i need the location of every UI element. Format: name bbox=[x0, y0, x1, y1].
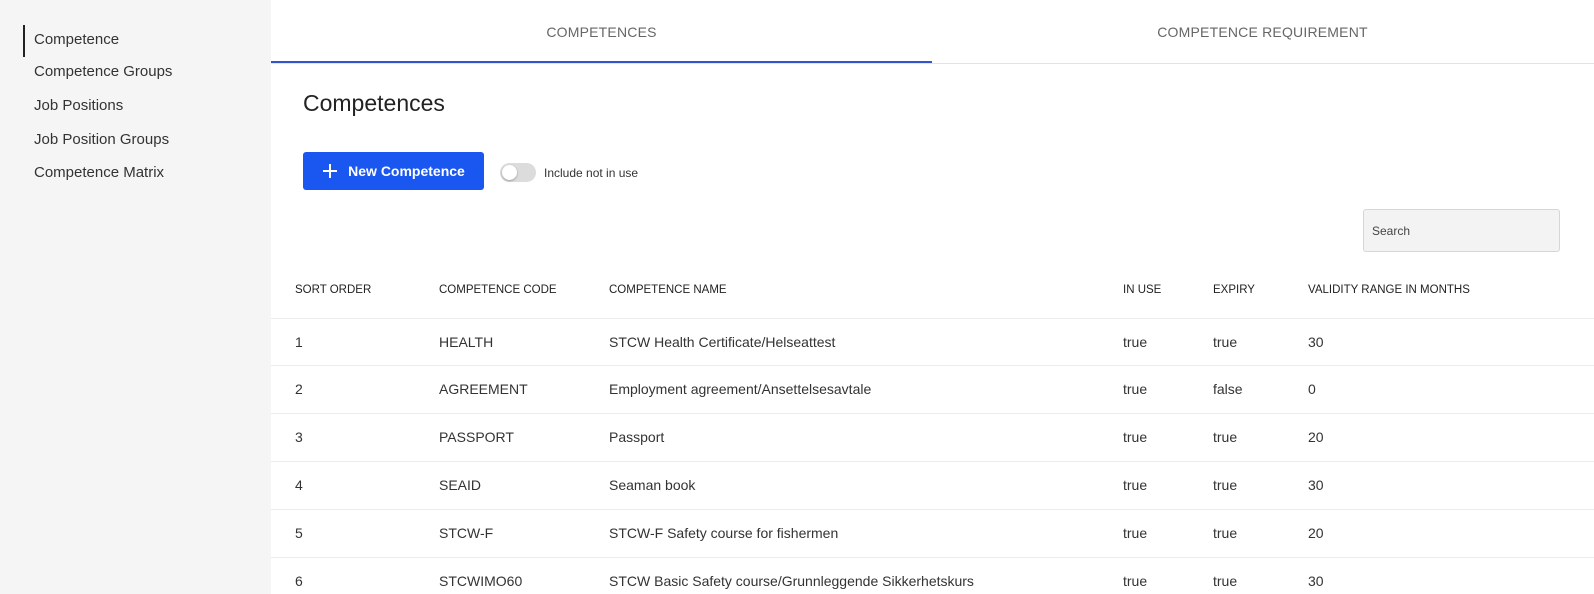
cell-expiry: false bbox=[1213, 381, 1243, 397]
cell-competence-code: HEALTH bbox=[439, 334, 494, 350]
cell-sort-order: 6 bbox=[295, 573, 303, 589]
cell-competence-name: Employment agreement/Ansettelsesavtale bbox=[609, 381, 872, 397]
cell-in-use: true bbox=[1123, 381, 1148, 397]
cell-competence-code: AGREEMENT bbox=[439, 381, 528, 397]
sidebar-item-competence-matrix[interactable]: Competence Matrix bbox=[34, 163, 164, 183]
column-header-sort-order[interactable]: SORT ORDER bbox=[295, 284, 371, 296]
sidebar-item-competence[interactable]: Competence bbox=[34, 30, 119, 50]
column-header-validity-range[interactable]: VALIDITY RANGE IN MONTHS bbox=[1308, 284, 1470, 296]
cell-competence-name: STCW-F Safety course for fishermen bbox=[609, 525, 839, 541]
cell-competence-code: PASSPORT bbox=[439, 429, 514, 445]
cell-in-use: true bbox=[1123, 477, 1148, 493]
tab-competence-requirement[interactable]: COMPETENCE REQUIREMENT bbox=[932, 0, 1593, 64]
cell-expiry: true bbox=[1213, 429, 1238, 445]
table-row[interactable]: 3 PASSPORT Passport true true 20 bbox=[271, 413, 1594, 461]
cell-competence-code: STCW-F bbox=[439, 525, 494, 541]
column-header-in-use[interactable]: IN USE bbox=[1123, 284, 1161, 296]
cell-validity-range: 30 bbox=[1308, 573, 1324, 589]
sidebar-item-competence-groups[interactable]: Competence Groups bbox=[34, 62, 172, 82]
table-row[interactable]: 4 SEAID Seaman book true true 30 bbox=[271, 461, 1594, 509]
column-header-competence-name[interactable]: COMPETENCE NAME bbox=[609, 284, 727, 296]
cell-validity-range: 0 bbox=[1308, 381, 1316, 397]
column-header-expiry[interactable]: EXPIRY bbox=[1213, 284, 1255, 296]
page-title: Competences bbox=[303, 90, 445, 116]
include-not-in-use-label: Include not in use bbox=[544, 166, 639, 180]
column-header-competence-code[interactable]: COMPETENCE CODE bbox=[439, 284, 557, 296]
sidebar-item-job-positions[interactable]: Job Positions bbox=[34, 96, 123, 116]
cell-competence-code: STCWIMO60 bbox=[439, 573, 523, 589]
cell-sort-order: 2 bbox=[295, 381, 303, 397]
tab-competences[interactable]: COMPETENCES bbox=[271, 0, 932, 64]
cell-competence-name: Seaman book bbox=[609, 477, 696, 493]
tab-bar: COMPETENCES COMPETENCE REQUIREMENT bbox=[271, 0, 1594, 64]
cell-expiry: true bbox=[1213, 477, 1238, 493]
cell-validity-range: 30 bbox=[1308, 477, 1324, 493]
new-competence-button[interactable]: New Competence bbox=[303, 152, 484, 190]
cell-competence-name: STCW Health Certificate/Helseattest bbox=[609, 334, 836, 350]
cell-in-use: true bbox=[1123, 573, 1148, 589]
sidebar-item-job-position-groups[interactable]: Job Position Groups bbox=[34, 130, 169, 150]
cell-sort-order: 3 bbox=[295, 429, 303, 445]
table-row[interactable]: 2 AGREEMENT Employment agreement/Ansette… bbox=[271, 365, 1594, 413]
cell-validity-range: 30 bbox=[1308, 334, 1324, 350]
search-input[interactable] bbox=[1363, 209, 1560, 252]
cell-expiry: true bbox=[1213, 525, 1238, 541]
cell-in-use: true bbox=[1123, 429, 1148, 445]
cell-validity-range: 20 bbox=[1308, 429, 1324, 445]
cell-competence-code: SEAID bbox=[439, 477, 482, 493]
tab-active-indicator bbox=[271, 61, 932, 63]
plus-icon bbox=[322, 163, 338, 179]
include-not-in-use-toggle[interactable] bbox=[500, 163, 536, 182]
cell-expiry: true bbox=[1213, 334, 1238, 350]
table-row[interactable]: 1 HEALTH STCW Health Certificate/Helseat… bbox=[271, 318, 1594, 366]
cell-validity-range: 20 bbox=[1308, 525, 1324, 541]
cell-sort-order: 4 bbox=[295, 477, 303, 493]
cell-competence-name: STCW Basic Safety course/Grunnleggende S… bbox=[609, 573, 974, 589]
table-row[interactable]: 6 STCWIMO60 STCW Basic Safety course/Gru… bbox=[271, 557, 1594, 594]
cell-competence-name: Passport bbox=[609, 429, 665, 445]
cell-sort-order: 5 bbox=[295, 525, 303, 541]
main-content: COMPETENCES COMPETENCE REQUIREMENT Compe… bbox=[271, 0, 1594, 594]
new-competence-label: New Competence bbox=[348, 163, 465, 179]
cell-in-use: true bbox=[1123, 525, 1148, 541]
cell-sort-order: 1 bbox=[295, 334, 303, 350]
cell-in-use: true bbox=[1123, 334, 1148, 350]
toggle-knob bbox=[502, 165, 517, 180]
cell-expiry: true bbox=[1213, 573, 1238, 589]
sidebar: Competence Competence Groups Job Positio… bbox=[0, 0, 271, 594]
table-row[interactable]: 5 STCW-F STCW-F Safety course for fisher… bbox=[271, 509, 1594, 557]
sidebar-active-indicator bbox=[23, 25, 25, 57]
